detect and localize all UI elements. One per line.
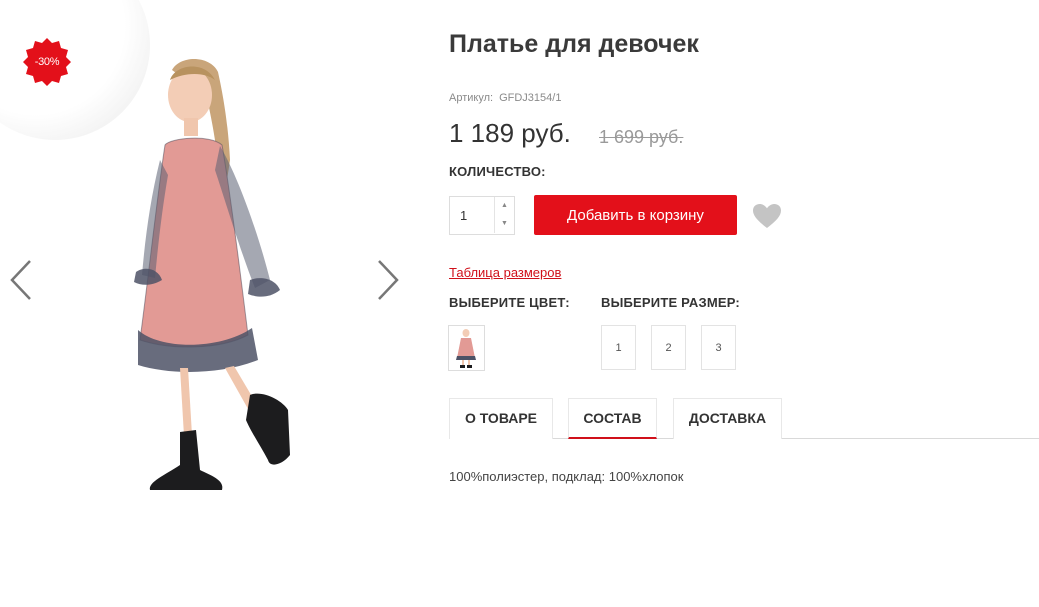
sku-value: GFDJ3154/1 (499, 92, 562, 104)
product-title: Платье для девочек (449, 30, 699, 58)
color-label: ВЫБЕРИТЕ ЦВЕТ: (449, 295, 570, 310)
product-photo (134, 58, 290, 490)
add-to-cart-button[interactable]: Добавить в корзину (534, 195, 737, 235)
quantity-decrease-button[interactable]: ▼ (494, 215, 514, 233)
color-swatch-thumbnail (456, 329, 476, 368)
discount-badge: -30% (22, 37, 72, 87)
old-price: 1 699 руб. (599, 127, 684, 147)
discount-badge-text: -30% (34, 56, 60, 68)
quantity-label: КОЛИЧЕСТВО: (449, 164, 546, 179)
size-option-3[interactable]: 3 (701, 325, 736, 370)
chevron-left-icon (10, 260, 31, 300)
sku-label: Артикул: (449, 92, 494, 104)
favorite-button[interactable] (752, 203, 782, 229)
color-swatch[interactable] (448, 325, 485, 371)
composition-text: 100%полиэстер, подклад: 100%хлопок (449, 469, 684, 484)
product-tabs: О ТОВАРЕ СОСТАВ ДОСТАВКА (449, 398, 1039, 439)
quantity-stepper: ▲ ▼ (449, 196, 515, 235)
gallery-next-button[interactable] (375, 258, 401, 302)
size-option-1[interactable]: 1 (601, 325, 636, 370)
quantity-input[interactable] (450, 197, 496, 234)
product-sku: Артикул: GFDJ3154/1 (449, 92, 561, 104)
tab-composition[interactable]: СОСТАВ (568, 398, 657, 439)
size-table-link[interactable]: Таблица размеров (449, 265, 561, 280)
quantity-increase-button[interactable]: ▲ (494, 197, 514, 215)
size-option-2[interactable]: 2 (651, 325, 686, 370)
tab-delivery[interactable]: ДОСТАВКА (673, 398, 782, 439)
tab-about[interactable]: О ТОВАРЕ (449, 398, 553, 439)
heart-icon (753, 204, 781, 228)
product-gallery: -30% (0, 0, 420, 607)
chevron-right-icon (378, 260, 399, 300)
gallery-prev-button[interactable] (8, 258, 34, 302)
current-price: 1 189 руб. (449, 118, 571, 148)
size-label: ВЫБЕРИТЕ РАЗМЕР: (601, 295, 740, 310)
